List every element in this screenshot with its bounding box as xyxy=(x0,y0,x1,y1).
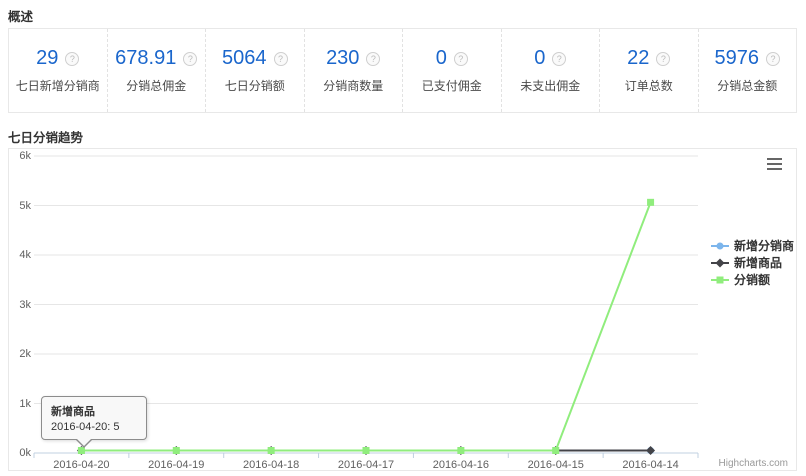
data-point-marker[interactable] xyxy=(457,447,464,454)
legend-marker-icon xyxy=(711,240,729,252)
data-point-marker[interactable] xyxy=(647,199,654,206)
overview-stats-panel: 29? 七日新增分销商 678.91? 分销总佣金 5064? 七日分销额 23… xyxy=(8,28,797,113)
y-axis-tick-label: 5k xyxy=(9,200,31,212)
data-point-marker[interactable] xyxy=(717,242,724,249)
y-axis-tick-label: 1k xyxy=(9,398,31,410)
chart-legend: 新增分销商新增商品分销额 xyxy=(711,237,794,288)
legend-label: 分销额 xyxy=(734,271,770,288)
stat-value: 22 xyxy=(627,47,649,70)
legend-item-square[interactable]: 分销额 xyxy=(711,271,794,288)
help-icon[interactable]: ? xyxy=(454,52,468,66)
x-axis-tick-label: 2016-04-17 xyxy=(338,459,394,471)
trend-chart-panel: 6k 5k 4k 3k 2k 1k 0k 2016-04-20 2016-04-19 2016-… xyxy=(8,148,797,471)
help-icon[interactable]: ? xyxy=(366,52,380,66)
stat-label: 分销商数量 xyxy=(323,77,383,94)
y-axis-tick-label: 3k xyxy=(9,299,31,311)
x-axis-tick-label: 2016-04-15 xyxy=(528,459,584,471)
help-icon[interactable]: ? xyxy=(656,52,670,66)
stat-label: 分销总金额 xyxy=(717,77,777,94)
y-axis-tick-label: 6k xyxy=(9,150,31,162)
stat-value: 5976 xyxy=(715,47,760,70)
help-icon[interactable]: ? xyxy=(766,52,780,66)
legend-label: 新增分销商 xyxy=(734,237,794,254)
x-axis-tick-label: 2016-04-16 xyxy=(433,459,489,471)
legend-item-diamond[interactable]: 新增商品 xyxy=(711,254,794,271)
data-point-marker[interactable] xyxy=(268,447,275,454)
y-axis-tick-label: 4k xyxy=(9,249,31,261)
y-axis-tick-label: 2k xyxy=(9,348,31,360)
help-icon[interactable]: ? xyxy=(65,52,79,66)
stat-value: 0 xyxy=(534,47,545,70)
stat-value: 230 xyxy=(326,47,359,70)
stat-card-unpaid-commission: 0? 未支出佣金 xyxy=(502,29,601,112)
legend-marker-icon xyxy=(711,257,729,269)
stat-value: 29 xyxy=(36,47,58,70)
data-point-marker[interactable] xyxy=(78,447,85,454)
data-point-marker[interactable] xyxy=(552,447,559,454)
data-point-marker[interactable] xyxy=(363,447,370,454)
data-point-marker[interactable] xyxy=(717,276,724,283)
stat-card-total-commission: 678.91? 分销总佣金 xyxy=(108,29,207,112)
stat-value: 5064 xyxy=(222,47,267,70)
stat-value: 0 xyxy=(436,47,447,70)
chart-tooltip: 新增商品 2016-04-20: 5 xyxy=(41,396,147,440)
highcharts-credits[interactable]: Highcharts.com xyxy=(719,458,788,469)
y-axis-tick-label: 0k xyxy=(9,447,31,459)
stat-value: 678.91 xyxy=(115,47,176,70)
stat-card-order-total: 22? 订单总数 xyxy=(600,29,699,112)
stat-card-paid-commission: 0? 已支付佣金 xyxy=(403,29,502,112)
trend-title: 七日分销趋势 xyxy=(8,127,83,146)
stat-label: 七日新增分销商 xyxy=(16,77,100,94)
help-icon[interactable]: ? xyxy=(183,52,197,66)
tooltip-series-name: 新增商品 xyxy=(51,403,137,419)
help-icon[interactable]: ? xyxy=(274,52,288,66)
stat-label: 分销总佣金 xyxy=(126,77,186,94)
legend-marker-icon xyxy=(711,274,729,286)
stat-card-distributor-count: 230? 分销商数量 xyxy=(305,29,404,112)
data-point-marker[interactable] xyxy=(716,258,725,267)
x-axis-tick-label: 2016-04-20 xyxy=(53,459,109,471)
stat-label: 七日分销额 xyxy=(225,77,285,94)
stat-label: 已支付佣金 xyxy=(422,77,482,94)
stat-card-new-distributors: 29? 七日新增分销商 xyxy=(9,29,108,112)
x-axis-tick-label: 2016-04-14 xyxy=(622,459,678,471)
x-axis-tick-label: 2016-04-18 xyxy=(243,459,299,471)
legend-item-circle[interactable]: 新增分销商 xyxy=(711,237,794,254)
data-point-marker[interactable] xyxy=(646,446,655,455)
stat-label: 订单总数 xyxy=(625,77,673,94)
x-axis-tick-label: 2016-04-19 xyxy=(148,459,204,471)
overview-title: 概述 xyxy=(8,6,33,25)
chart-export-menu-icon[interactable] xyxy=(767,158,782,170)
tooltip-value: 2016-04-20: 5 xyxy=(51,421,137,433)
legend-label: 新增商品 xyxy=(734,254,782,271)
help-icon[interactable]: ? xyxy=(552,52,566,66)
stat-card-total-amount: 5976? 分销总金额 xyxy=(699,29,797,112)
data-point-marker[interactable] xyxy=(173,447,180,454)
stat-card-week-sales: 5064? 七日分销额 xyxy=(206,29,305,112)
stat-label: 未支出佣金 xyxy=(520,77,580,94)
